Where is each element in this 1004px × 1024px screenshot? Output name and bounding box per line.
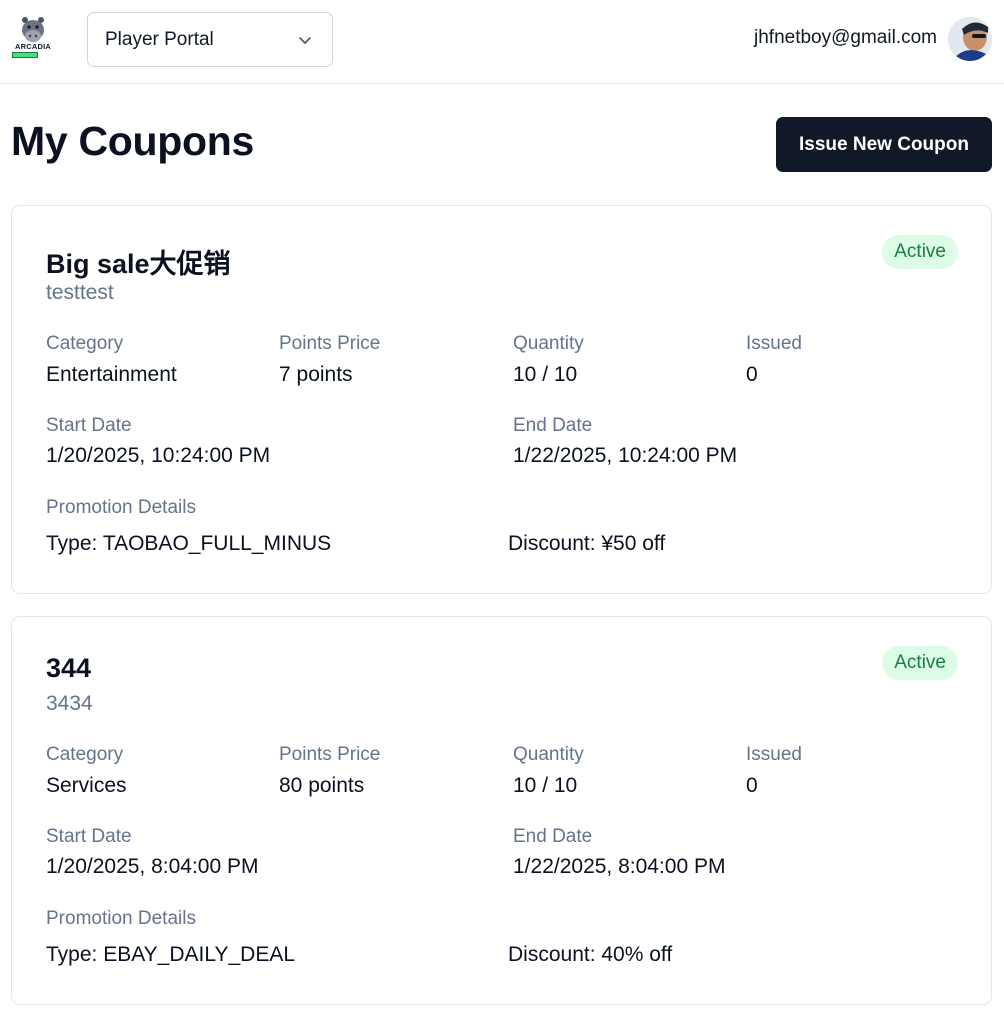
user-avatar [948,17,992,61]
quantity-label: Quantity [513,744,584,765]
user-email: jhfnetboy@gmail.com [754,27,937,48]
arcadia-logo[interactable]: ARCADIA [10,14,56,60]
points-price-label: Points Price [279,744,381,765]
coupon-description: testtest [46,281,114,304]
coupon-title: Big sale大促销 [46,249,231,279]
issued-value: 0 [746,363,758,386]
coupon-title: 344 [46,653,92,683]
promotion-type: Type: TAOBAO_FULL_MINUS [46,532,332,555]
logo-strip [12,52,38,58]
start-date-label: Start Date [46,826,132,847]
start-date-label: Start Date [46,415,132,436]
category-label: Category [46,333,124,354]
issued-label: Issued [746,333,802,354]
points-price-label: Points Price [279,333,381,354]
promotion-discount: Discount: ¥50 off [508,532,666,555]
promotion-details-label: Promotion Details [46,908,196,929]
quantity-value: 10 / 10 [513,363,578,386]
points-price-value: 80 points [279,774,365,797]
quantity-label: Quantity [513,333,584,354]
category-value: Entertainment [46,363,177,386]
avatar[interactable] [948,17,992,61]
issue-new-coupon-button[interactable]: Issue New Coupon [776,117,992,172]
end-date-label: End Date [513,826,593,847]
top-header: ARCADIA Player Portal jhfnetboy@gmail.co… [0,0,1004,84]
coupon-card: 344 3434 Active Category Services Points… [11,616,992,1005]
chevron-down-icon [299,37,311,44]
coupon-card: Big sale大促销 testtest Active Category Ent… [11,205,992,594]
promotion-details-label: Promotion Details [46,497,196,518]
category-value: Services [46,774,127,797]
portal-select[interactable]: Player Portal [87,12,333,67]
coupon-description: 3434 [46,692,93,715]
page-title: My Coupons [11,118,254,164]
promotion-discount: Discount: 40% off [508,943,673,966]
start-date-value: 1/20/2025, 8:04:00 PM [46,855,259,878]
end-date-value: 1/22/2025, 8:04:00 PM [513,855,726,878]
points-price-value: 7 points [279,363,353,386]
promotion-type: Type: EBAY_DAILY_DEAL [46,943,296,966]
end-date-label: End Date [513,415,593,436]
logo-text: ARCADIA [15,42,51,51]
status-badge: Active [882,235,958,269]
end-date-value: 1/22/2025, 10:24:00 PM [513,444,738,467]
quantity-value: 10 / 10 [513,774,578,797]
issued-value: 0 [746,774,758,797]
start-date-value: 1/20/2025, 10:24:00 PM [46,444,271,467]
issued-label: Issued [746,744,802,765]
status-badge: Active [882,646,958,680]
portal-select-value: Player Portal [105,28,214,50]
category-label: Category [46,744,124,765]
